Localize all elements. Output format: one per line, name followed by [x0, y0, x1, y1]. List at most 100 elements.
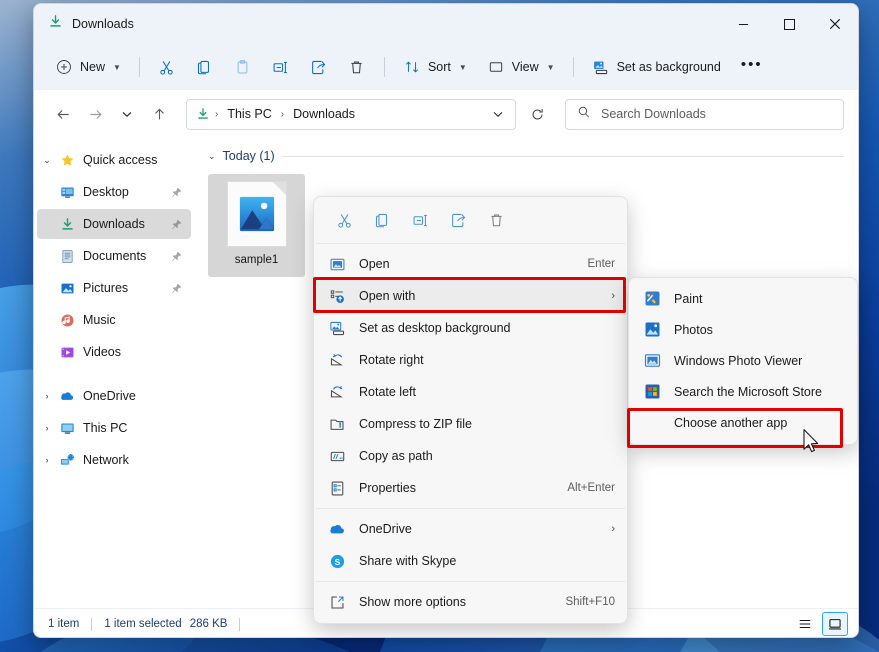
- minimize-button[interactable]: [720, 4, 766, 44]
- videos-icon: [57, 345, 77, 360]
- maximize-button[interactable]: [766, 4, 812, 44]
- sidebar-item-documents[interactable]: Documents: [37, 241, 191, 271]
- breadcrumb-separator: ›: [280, 108, 285, 120]
- file-name: sample1: [234, 254, 279, 266]
- status-divider: [91, 617, 93, 631]
- menu-item-open[interactable]: Open Enter: [317, 248, 624, 280]
- menu-item-show-more-options[interactable]: Show more options Shift+F10: [317, 586, 624, 618]
- pin-icon[interactable]: [171, 251, 183, 262]
- search-box[interactable]: Search Downloads: [565, 98, 844, 130]
- details-view-icon[interactable]: [822, 612, 848, 636]
- sidebar-item-desktop[interactable]: Desktop: [37, 177, 191, 207]
- documents-icon: [57, 249, 77, 264]
- chevron-down-icon[interactable]: ⌄: [37, 155, 57, 166]
- zip-icon: [328, 415, 346, 433]
- copy-button[interactable]: [187, 51, 223, 83]
- menu-label: Copy as path: [359, 449, 433, 463]
- music-icon: [57, 313, 77, 328]
- view-toggle-group: [792, 612, 848, 636]
- rename-button[interactable]: [263, 51, 299, 83]
- address-path-box[interactable]: › This PC › Downloads: [186, 98, 516, 130]
- sidebar-item-videos[interactable]: Videos: [37, 337, 191, 367]
- set-as-background-button[interactable]: Set as background: [583, 51, 730, 83]
- chevron-down-icon[interactable]: ⌄: [208, 151, 216, 162]
- sidebar-item-onedrive[interactable]: › OneDrive: [37, 381, 191, 411]
- toolbar-divider-3: [572, 57, 574, 77]
- sort-button-label: Sort: [427, 60, 451, 74]
- submenu-item-photos[interactable]: Photos: [632, 314, 854, 345]
- menu-item-compress-to-zip[interactable]: Compress to ZIP file: [317, 408, 624, 440]
- sidebar-item-pictures[interactable]: Pictures: [37, 273, 191, 303]
- menu-label: Rotate left: [359, 385, 416, 399]
- address-dropdown-button[interactable]: [487, 103, 509, 125]
- delete-button[interactable]: [339, 51, 375, 83]
- menu-item-properties[interactable]: Properties Alt+Enter: [317, 472, 624, 504]
- submenu-item-choose-another-app[interactable]: Choose another app: [632, 407, 854, 438]
- onedrive-icon: [328, 520, 346, 538]
- menu-item-rotate-right[interactable]: Rotate right: [317, 344, 624, 376]
- sidebar-label: Downloads: [83, 217, 145, 231]
- back-button[interactable]: [48, 99, 78, 129]
- share-button[interactable]: [301, 51, 337, 83]
- share-button[interactable]: [440, 205, 476, 235]
- group-divider: [281, 155, 844, 157]
- refresh-button[interactable]: [524, 101, 550, 127]
- pin-icon[interactable]: [171, 187, 183, 198]
- group-header-today[interactable]: ⌄ Today (1): [208, 149, 858, 163]
- breadcrumb-this-pc[interactable]: This PC: [223, 105, 275, 123]
- sidebar-item-downloads[interactable]: Downloads: [37, 209, 191, 239]
- sidebar-item-this-pc[interactable]: › This PC: [37, 413, 191, 443]
- sidebar-item-music[interactable]: Music: [37, 305, 191, 335]
- chevron-right-icon[interactable]: ›: [37, 455, 57, 465]
- forward-button[interactable]: [80, 99, 110, 129]
- sort-button[interactable]: Sort ▼: [394, 51, 476, 83]
- file-tile-sample1[interactable]: sample1: [208, 174, 305, 277]
- window-title: Downloads: [72, 17, 134, 31]
- menu-label: Open with: [359, 289, 416, 303]
- menu-item-share-with-skype[interactable]: S Share with Skype: [317, 545, 624, 577]
- sidebar-label: OneDrive: [83, 389, 136, 403]
- cut-button[interactable]: [326, 205, 362, 235]
- pin-icon[interactable]: [171, 283, 183, 294]
- network-icon: [57, 453, 77, 468]
- more-options-button[interactable]: •••: [732, 51, 772, 83]
- pin-icon[interactable]: [171, 219, 183, 230]
- submenu-item-paint[interactable]: Paint: [632, 283, 854, 314]
- skype-icon: S: [328, 552, 346, 570]
- view-button[interactable]: View ▼: [478, 51, 564, 83]
- up-button[interactable]: [144, 99, 174, 129]
- view-button-label: View: [511, 60, 539, 74]
- menu-item-copy-as-path[interactable]: Copy as path: [317, 440, 624, 472]
- sidebar-item-network[interactable]: › Network: [37, 445, 191, 475]
- chevron-down-icon: ▼: [458, 62, 467, 72]
- chevron-right-icon[interactable]: ›: [37, 391, 57, 401]
- rename-button[interactable]: [402, 205, 438, 235]
- properties-icon: [328, 479, 346, 497]
- close-button[interactable]: [812, 4, 858, 44]
- menu-item-set-as-desktop-background[interactable]: Set as desktop background: [317, 312, 624, 344]
- delete-button[interactable]: [478, 205, 514, 235]
- sidebar-item-quick-access[interactable]: ⌄ Quick access: [37, 145, 191, 175]
- image-file-icon: [226, 181, 287, 247]
- menu-item-rotate-left[interactable]: Rotate left: [317, 376, 624, 408]
- chevron-right-icon: ›: [611, 523, 615, 535]
- menu-accelerator: Alt+Enter: [567, 482, 615, 494]
- menu-item-onedrive[interactable]: OneDrive ›: [317, 513, 624, 545]
- submenu-item-search-microsoft-store[interactable]: Search the Microsoft Store: [632, 376, 854, 407]
- menu-label: Set as desktop background: [359, 321, 511, 335]
- sidebar-label: Videos: [83, 345, 121, 359]
- chevron-right-icon[interactable]: ›: [37, 423, 57, 433]
- recent-locations-button[interactable]: [112, 99, 142, 129]
- menu-item-open-with[interactable]: Open with ›: [317, 280, 624, 312]
- copy-button[interactable]: [364, 205, 400, 235]
- paste-button[interactable]: [225, 51, 261, 83]
- cut-button[interactable]: [149, 51, 185, 83]
- breadcrumb-downloads[interactable]: Downloads: [289, 105, 359, 123]
- search-input[interactable]: Search Downloads: [601, 107, 706, 121]
- open-with-submenu: Paint Photos Windows Photo Viewer Search…: [628, 277, 858, 445]
- submenu-item-windows-photo-viewer[interactable]: Windows Photo Viewer: [632, 345, 854, 376]
- new-button[interactable]: New ▼: [46, 51, 130, 83]
- star-icon: [57, 153, 77, 168]
- list-view-icon[interactable]: [792, 612, 818, 636]
- rotate-left-icon: [328, 383, 346, 401]
